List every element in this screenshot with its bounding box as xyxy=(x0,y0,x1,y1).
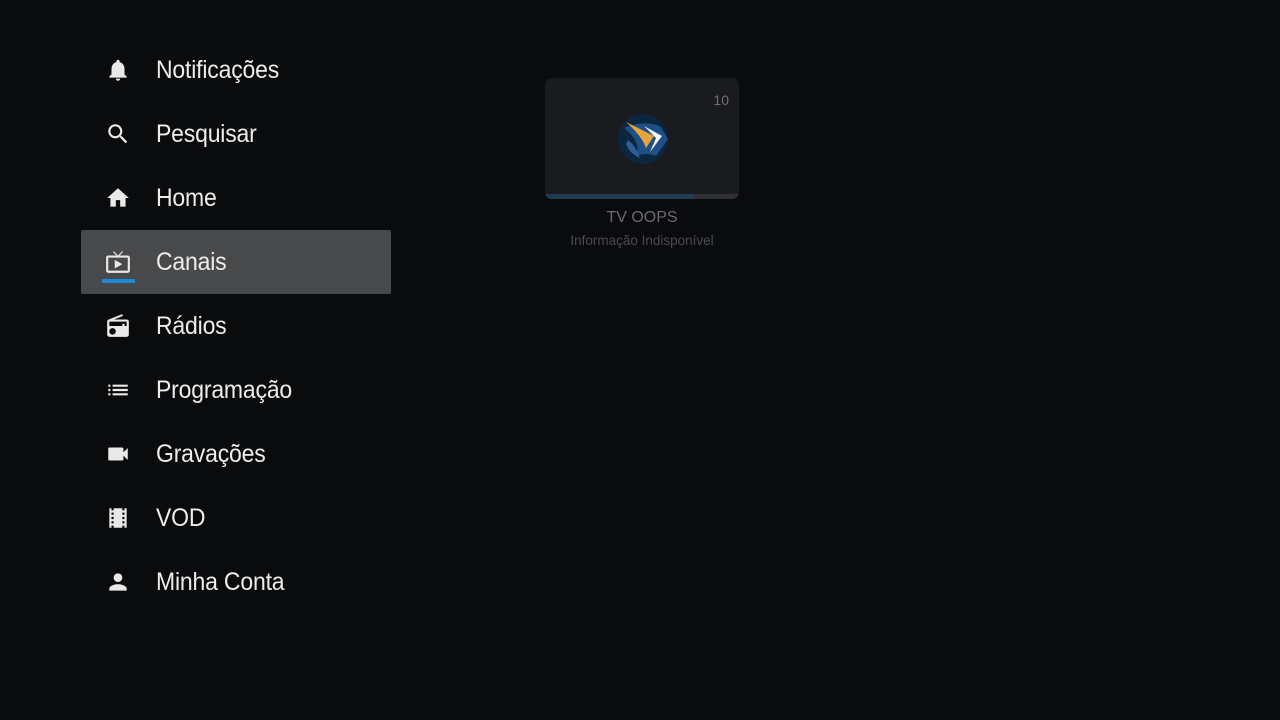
tv-icon xyxy=(103,247,133,277)
person-icon xyxy=(103,567,133,597)
sidebar-item-gravacoes[interactable]: Gravações xyxy=(81,422,391,486)
channel-number: 10 xyxy=(713,92,729,108)
sidebar-item-radios[interactable]: Rádios xyxy=(81,294,391,358)
sidebar-item-programacao[interactable]: Programação xyxy=(81,358,391,422)
selected-indicator xyxy=(102,279,135,283)
sidebar-item-label: VOD xyxy=(156,503,206,532)
channel-card[interactable]: 10 TV OOPS Informação Indisponível xyxy=(545,78,739,248)
home-icon xyxy=(103,183,133,213)
sidebar-item-label: Gravações xyxy=(156,439,266,468)
bell-icon xyxy=(103,55,133,85)
sidebar-item-label: Programação xyxy=(156,375,293,404)
list-icon xyxy=(103,375,133,405)
sidebar-item-label: Minha Conta xyxy=(156,567,285,596)
channel-name: TV OOPS xyxy=(606,209,678,226)
sidebar-item-label: Notificações xyxy=(156,55,280,84)
program-progress-track xyxy=(545,194,739,199)
channel-thumbnail: 10 xyxy=(545,78,739,199)
sidebar-item-minha-conta[interactable]: Minha Conta xyxy=(81,550,391,614)
sidebar-item-canais[interactable]: Canais xyxy=(81,230,391,294)
app-screen: Notificações Pesquisar Home Canais Rádio… xyxy=(0,0,1280,720)
channel-info: Informação Indisponível xyxy=(570,233,714,248)
sidebar-item-label: Canais xyxy=(156,247,227,276)
radio-icon xyxy=(103,311,133,341)
sidebar-item-home[interactable]: Home xyxy=(81,166,391,230)
channel-logo-icon xyxy=(618,114,668,164)
sidebar-item-notificacoes[interactable]: Notificações xyxy=(81,38,391,102)
sidebar-menu: Notificações Pesquisar Home Canais Rádio… xyxy=(81,38,391,614)
sidebar-item-vod[interactable]: VOD xyxy=(81,486,391,550)
search-icon xyxy=(103,119,133,149)
sidebar-item-label: Rádios xyxy=(156,311,227,340)
sidebar-item-label: Pesquisar xyxy=(156,119,257,148)
film-icon xyxy=(103,503,133,533)
program-progress-fill xyxy=(545,194,695,199)
sidebar-item-pesquisar[interactable]: Pesquisar xyxy=(81,102,391,166)
videocam-icon xyxy=(103,439,133,469)
sidebar-item-label: Home xyxy=(156,183,217,212)
